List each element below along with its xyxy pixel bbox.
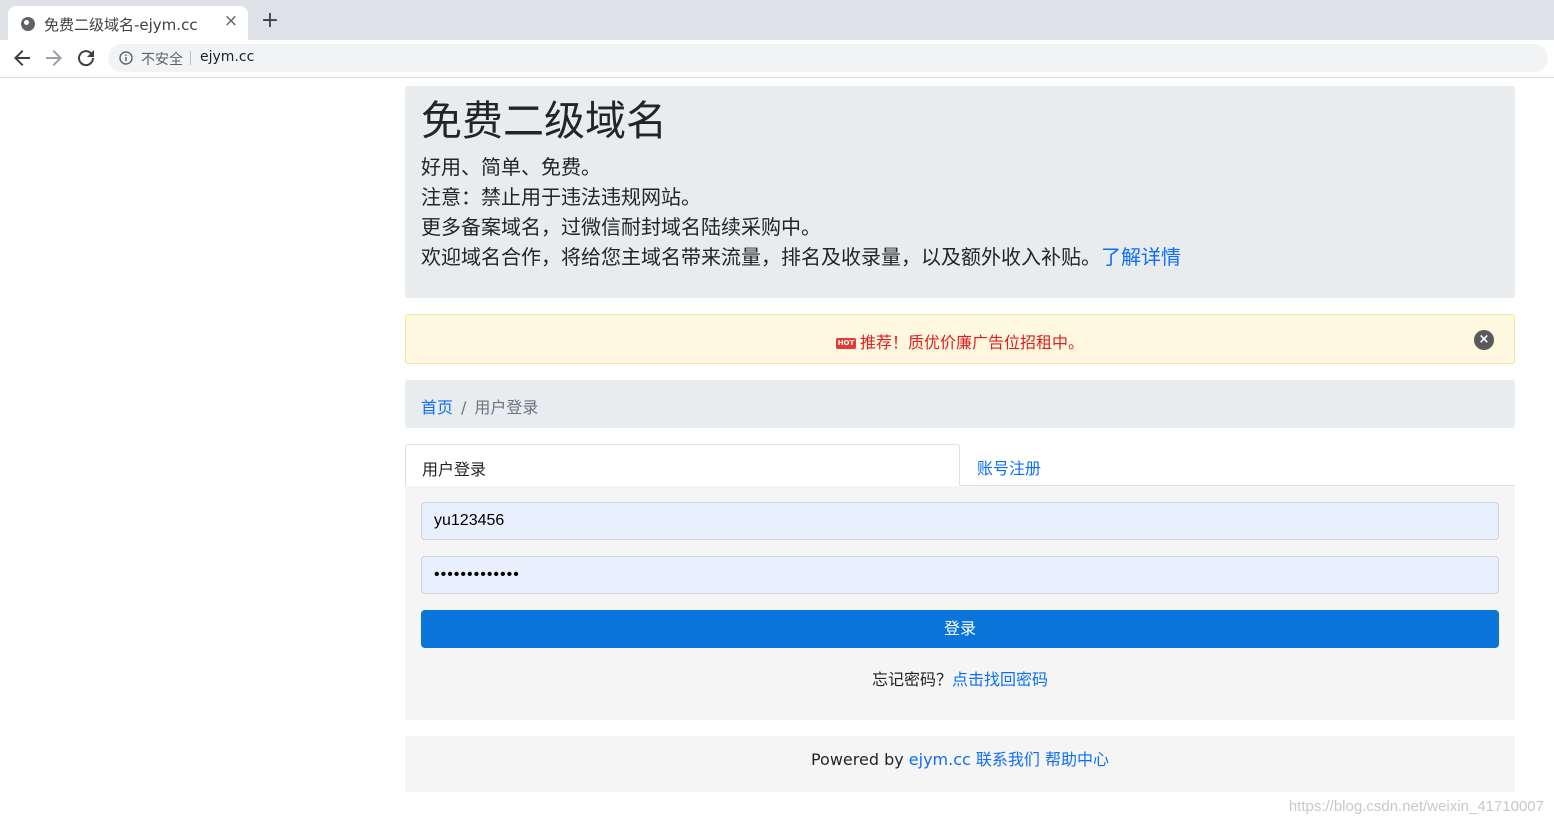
breadcrumb-separator: / [461, 398, 467, 417]
info-icon[interactable] [119, 51, 133, 65]
notice-line: 注意：禁止用于违法违规网站。 [421, 185, 701, 209]
forgot-password: 忘记密码？点击找回密码 [405, 666, 1515, 690]
page-title: 免费二级域名 [421, 97, 667, 145]
forward-arrow-icon[interactable] [42, 46, 66, 70]
recover-password-link[interactable]: 点击找回密码 [952, 670, 1048, 689]
close-alert-icon[interactable]: × [1474, 330, 1494, 350]
powered-by-text: Powered by [810, 750, 909, 769]
cooperation-text: 欢迎域名合作，将给您主域名带来流量，排名及收录量，以及额外收入补贴。 [421, 245, 1101, 269]
alert-text: 推荐！质优价廉广告位招租中。 [859, 333, 1084, 352]
contact-link[interactable]: 联系我们 [976, 750, 1040, 769]
omnibox-divider [190, 51, 191, 65]
help-link[interactable]: 帮助中心 [1045, 750, 1109, 769]
username-input[interactable]: yu123456 [421, 502, 1499, 540]
breadcrumb: 首页 / 用户登录 [405, 380, 1515, 428]
tab-login[interactable]: 用户登录 [405, 444, 960, 486]
breadcrumb-current: 用户登录 [474, 398, 539, 417]
tab-title: 免费二级域名-ejym.cc [44, 16, 198, 34]
address-bar[interactable]: 不安全 ejym.cc [108, 44, 1548, 72]
ad-alert: HOT 推荐！质优价廉广告位招租中。 × [405, 314, 1515, 364]
globe-icon [21, 17, 35, 31]
site-link[interactable]: ejym.cc [909, 750, 971, 769]
domains-line: 更多备案域名，过微信耐封域名陆续采购中。 [421, 215, 821, 239]
browser-toolbar: 不安全 ejym.cc [0, 40, 1554, 78]
back-arrow-icon[interactable] [10, 46, 34, 70]
new-tab-button[interactable]: + [258, 9, 282, 33]
close-tab-icon[interactable]: × [222, 12, 240, 30]
alert-content: HOT 推荐！质优价廉广告位招租中。 [406, 329, 1514, 353]
reload-icon[interactable] [74, 46, 98, 70]
forgot-prefix: 忘记密码？ [871, 670, 952, 689]
footer: Powered by ejym.cc 联系我们 帮助中心 [405, 736, 1515, 792]
security-label: 不安全 [141, 52, 183, 68]
hot-badge-icon: HOT [835, 338, 856, 349]
breadcrumb-home[interactable]: 首页 [421, 398, 453, 417]
jumbotron: 免费二级域名 好用、简单、免费。 注意：禁止用于违法违规网站。 更多备案域名，过… [405, 86, 1515, 298]
tab-register[interactable]: 账号注册 [961, 444, 1515, 486]
url-text[interactable]: ejym.cc [200, 49, 254, 65]
intro-line: 好用、简单、免费。 [421, 155, 601, 179]
password-input[interactable]: ••••••••••••• [421, 556, 1499, 594]
login-panel: yu123456 ••••••••••••• 登录 忘记密码？点击找回密码 [405, 486, 1515, 720]
cooperation-line: 欢迎域名合作，将给您主域名带来流量，排名及收录量，以及额外收入补贴。了解详情 [421, 242, 1499, 272]
tab-strip: 免费二级域名-ejym.cc × + [0, 0, 1554, 40]
auth-tabs: 用户登录 账号注册 [405, 444, 1515, 486]
details-link[interactable]: 了解详情 [1101, 245, 1181, 269]
login-button[interactable]: 登录 [421, 610, 1499, 648]
watermark: https://blog.csdn.net/weixin_41710007 [1288, 798, 1544, 815]
browser-tab[interactable]: 免费二级域名-ejym.cc × [8, 6, 248, 40]
